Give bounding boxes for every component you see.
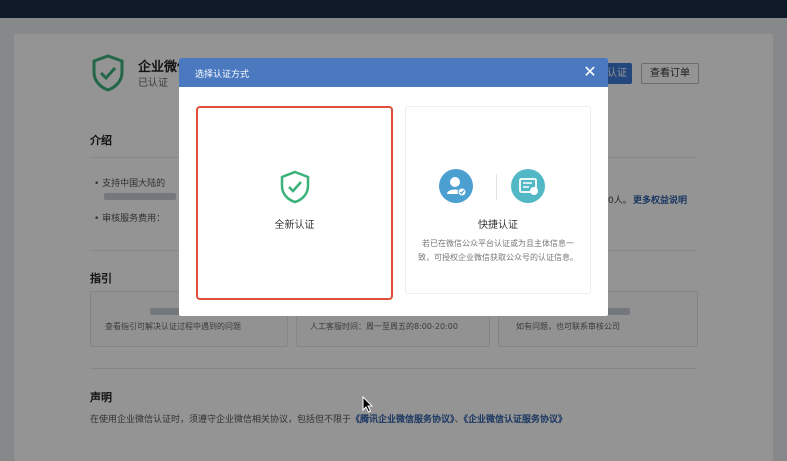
shield-check-icon (280, 170, 310, 204)
id-card-icon (511, 169, 545, 203)
dialog-header: 选择认证方式 ✕ (179, 58, 608, 87)
quick-certification-label: 快捷认证 (478, 220, 518, 231)
dialog-title: 选择认证方式 (195, 70, 250, 80)
close-icon[interactable]: ✕ (581, 63, 599, 81)
quick-certification-option[interactable]: 快捷认证 若已在微信公众平台认证或为且主体信息一致，可授权企业微信获取公众号的认… (405, 106, 591, 294)
user-check-icon (439, 169, 473, 203)
mouse-cursor-icon (362, 396, 374, 413)
choose-certification-dialog: 选择认证方式 ✕ 全新认证 快捷认证 若已在微信公众平台认证或为且主体信息一致，… (179, 58, 608, 316)
new-certification-label: 全新认证 (274, 220, 315, 231)
divider (496, 174, 497, 200)
new-certification-option[interactable]: 全新认证 (196, 106, 393, 300)
quick-certification-description: 若已在微信公众平台认证或为且主体信息一致，可授权企业微信获取公众号的认证信息。 (418, 239, 578, 262)
